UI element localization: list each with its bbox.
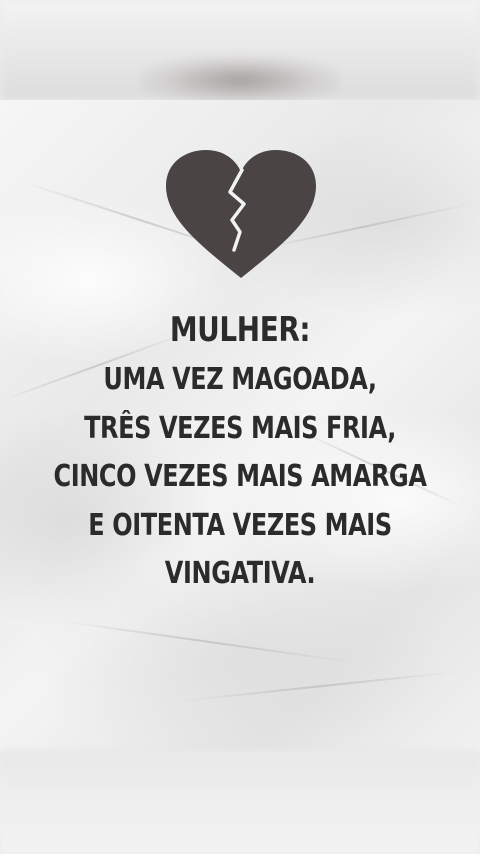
crumpled-paper: MULHER: UMA VEZ MAGOADA, TRÊS VEZES MAIS…	[0, 100, 480, 752]
quote-line: VINGATIVA.	[164, 556, 316, 591]
image-frame: MULHER: UMA VEZ MAGOADA, TRÊS VEZES MAIS…	[0, 0, 480, 854]
broken-heart-icon	[166, 150, 316, 278]
paper-crease	[59, 620, 358, 664]
blurred-bottom-background	[0, 750, 480, 854]
quote-line: CINCO VEZES MAIS AMARGA	[53, 459, 427, 494]
blurred-top-background	[0, 0, 480, 105]
quote-text: MULHER: UMA VEZ MAGOADA, TRÊS VEZES MAIS…	[0, 304, 480, 599]
quote-line: TRÊS VEZES MAIS FRIA,	[84, 410, 396, 446]
quote-title: MULHER:	[169, 310, 311, 350]
quote-line: E OITENTA VEZES MAIS	[88, 507, 392, 543]
quote-line: UMA VEZ MAGOADA,	[103, 362, 377, 397]
paper-crease	[179, 670, 459, 702]
